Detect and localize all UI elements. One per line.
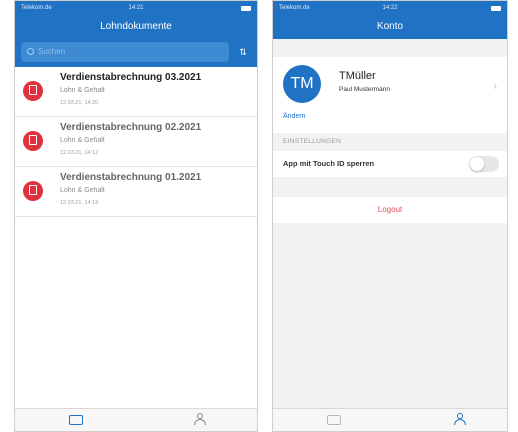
touch-id-setting: App mit Touch ID sperren bbox=[273, 151, 507, 177]
logout-button[interactable]: Logout bbox=[273, 197, 507, 223]
account-screen: Telekom.de 14:22 Konto TM TMüller Paul M… bbox=[272, 0, 508, 432]
document-item[interactable]: Verdienstabrechnung 03.2021 Lohn & Gehal… bbox=[15, 67, 257, 117]
chevron-right-icon: › bbox=[493, 81, 497, 92]
account-header: Telekom.de 14:22 Konto bbox=[273, 1, 507, 39]
toggle-knob bbox=[470, 157, 484, 171]
touch-id-toggle[interactable] bbox=[469, 156, 499, 172]
clock-label: 14:21 bbox=[128, 5, 144, 11]
profile-full-name: Paul Mustermann bbox=[339, 86, 390, 93]
battery-icon bbox=[491, 6, 501, 11]
document-category: Lohn & Gehalt bbox=[60, 137, 105, 144]
documents-header: Telekom.de 14:21 Lohndokumente Suchen ⇅ bbox=[15, 1, 257, 67]
search-icon bbox=[27, 48, 34, 55]
document-date: 12.03.21, 14:12 bbox=[60, 150, 99, 156]
user-icon bbox=[194, 413, 206, 425]
documents-icon bbox=[69, 415, 83, 425]
profile-card[interactable]: TM TMüller Paul Mustermann › Ändern bbox=[273, 57, 507, 133]
pdf-icon bbox=[23, 181, 43, 201]
search-input[interactable]: Suchen bbox=[21, 42, 229, 62]
search-row: Suchen ⇅ bbox=[15, 39, 257, 67]
document-list: Verdienstabrechnung 03.2021 Lohn & Gehal… bbox=[15, 67, 257, 217]
pdf-icon bbox=[23, 131, 43, 151]
tab-bar bbox=[273, 408, 507, 431]
tab-documents[interactable] bbox=[325, 412, 343, 426]
avatar: TM bbox=[283, 65, 321, 103]
sort-icon[interactable]: ⇅ bbox=[237, 46, 249, 58]
pdf-icon bbox=[23, 81, 43, 101]
document-category: Lohn & Gehalt bbox=[60, 187, 105, 194]
clock-label: 14:22 bbox=[382, 5, 398, 11]
section-gap bbox=[273, 177, 507, 197]
section-gap bbox=[273, 39, 507, 57]
settings-header: EINSTELLUNGEN bbox=[273, 133, 507, 151]
status-bar: Telekom.de 14:21 bbox=[15, 1, 257, 15]
page-title: Konto bbox=[376, 21, 404, 32]
page-title: Lohndokumente bbox=[100, 21, 172, 32]
tab-documents[interactable] bbox=[67, 412, 85, 426]
tab-account[interactable] bbox=[451, 412, 469, 426]
document-title: Verdienstabrechnung 03.2021 bbox=[60, 72, 202, 83]
documents-screen: Telekom.de 14:21 Lohndokumente Suchen ⇅ … bbox=[14, 0, 258, 432]
tab-bar bbox=[15, 408, 257, 431]
touch-id-label: App mit Touch ID sperren bbox=[283, 159, 375, 168]
status-bar: Telekom.de 14:22 bbox=[273, 1, 507, 15]
document-title: Verdienstabrechnung 01.2021 bbox=[60, 172, 202, 183]
battery-icon bbox=[241, 6, 251, 11]
document-date: 12.03.21, 14:13 bbox=[60, 200, 99, 206]
document-date: 12.03.21, 14:20 bbox=[60, 100, 99, 106]
edit-profile-link[interactable]: Ändern bbox=[283, 113, 306, 120]
document-category: Lohn & Gehalt bbox=[60, 87, 105, 94]
document-item[interactable]: Verdienstabrechnung 01.2021 Lohn & Gehal… bbox=[15, 167, 257, 217]
profile-username: TMüller bbox=[339, 70, 376, 82]
user-icon bbox=[454, 413, 466, 425]
document-title: Verdienstabrechnung 02.2021 bbox=[60, 122, 202, 133]
search-placeholder: Suchen bbox=[38, 47, 66, 56]
tab-account[interactable] bbox=[191, 412, 209, 426]
document-item[interactable]: Verdienstabrechnung 02.2021 Lohn & Gehal… bbox=[15, 117, 257, 167]
documents-icon bbox=[327, 415, 341, 425]
